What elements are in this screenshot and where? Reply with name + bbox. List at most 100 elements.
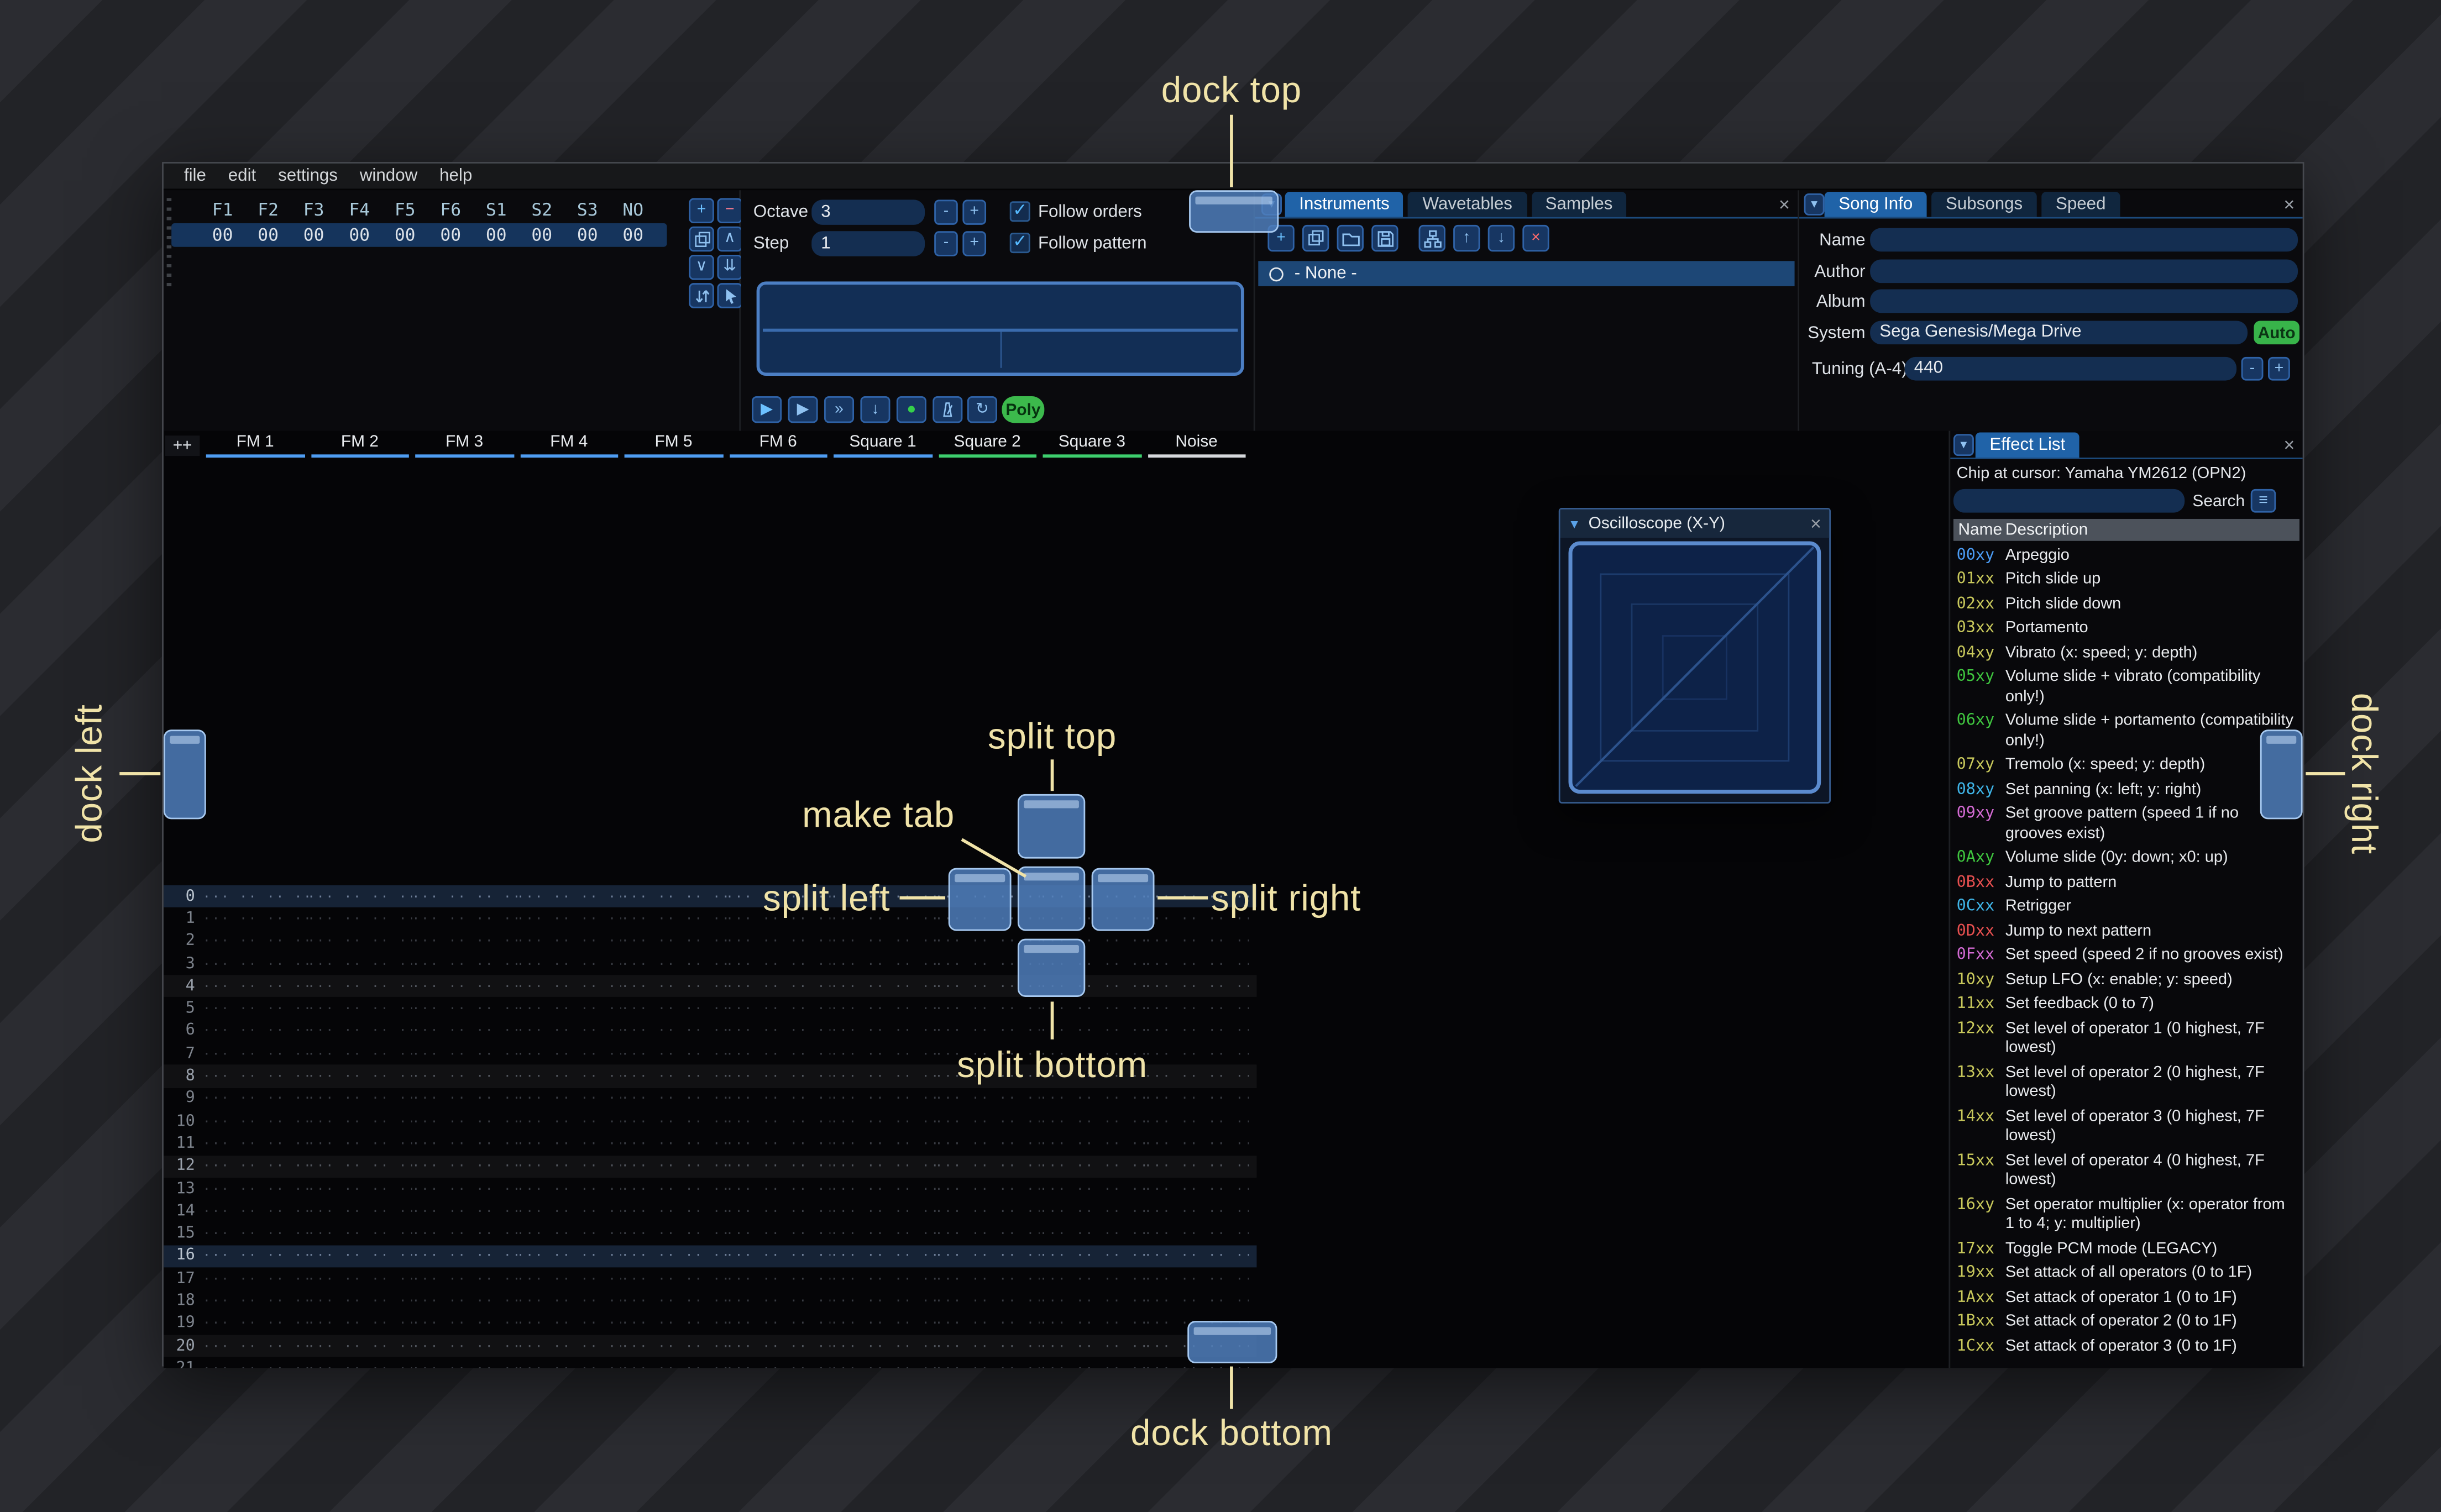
pattern-cell[interactable]: ··· ·· ·· ··· [412, 935, 516, 949]
pattern-cell[interactable]: ··· ·· ·· ··· [726, 935, 830, 949]
oscilloscope-close-icon[interactable]: × [1810, 513, 1821, 535]
pattern-cell[interactable]: ··· ·· ·· ··· [830, 1069, 935, 1084]
pattern-cell[interactable]: ··· ·· ·· ··· [1144, 1137, 1249, 1151]
pattern-cell[interactable]: ··· ·· ·· ··· [726, 1316, 830, 1331]
system-auto-button[interactable]: Auto [2254, 321, 2299, 345]
pattern-cell[interactable]: ··· ·· ·· ··· [1040, 1114, 1144, 1128]
pattern-cell[interactable]: ··· ·· ·· ··· [1144, 1182, 1249, 1196]
pattern-cell[interactable]: ··· ·· ·· ··· [726, 1137, 830, 1151]
pattern-cell[interactable]: ··· ·· ·· ··· [1040, 1092, 1144, 1106]
channel-header-fm-5[interactable]: FM 5 [621, 432, 726, 458]
pattern-cell[interactable]: ··· ·· ·· ··· [621, 1272, 726, 1286]
pattern-cell[interactable]: ··· ·· ·· ··· [517, 1204, 621, 1219]
pattern-cell[interactable]: ··· ·· ·· ··· [935, 1316, 1040, 1331]
piano-keyboard[interactable] [756, 281, 1244, 376]
pattern-cell[interactable]: ··· ·· ·· ··· [1040, 1316, 1144, 1331]
pattern-cell[interactable]: ··· ·· ·· ··· [412, 1204, 516, 1219]
pattern-cell[interactable]: ··· ·· ·· ··· [307, 1047, 412, 1061]
pattern-cell[interactable]: ··· ·· ·· ··· [621, 1092, 726, 1106]
octave-decrease-button[interactable]: - [934, 200, 958, 225]
pattern-cell[interactable]: ··· ·· ·· ··· [307, 1316, 412, 1331]
pattern-cell[interactable]: ··· ·· ·· ··· [203, 1294, 307, 1309]
pattern-cell[interactable]: ··· ·· ·· ··· [307, 912, 412, 926]
pattern-cell[interactable]: ··· ·· ·· ··· [307, 1249, 412, 1263]
pattern-cell[interactable]: ··· ·· ·· ··· [203, 1249, 307, 1263]
pattern-cell[interactable]: ··· ·· ·· ··· [203, 957, 307, 971]
tuning-input[interactable]: 440 [1904, 356, 2237, 381]
pattern-cell[interactable]: ··· ·· ·· ··· [621, 1159, 726, 1174]
pattern-cell[interactable]: ··· ·· ·· ··· [726, 1069, 830, 1084]
menu-item-edit[interactable]: edit [217, 167, 267, 186]
channel-header-fm-3[interactable]: FM 3 [412, 432, 516, 458]
order-move-down-button[interactable]: ∨ [689, 254, 714, 280]
pattern-row-6[interactable]: 6 ··· ·· ·· · ··· ·· ·· · · ·· ·· ·· · · ·· ·· ·… [164, 1020, 1257, 1043]
pattern-cell[interactable]: ··· ·· ·· ··· [517, 1362, 621, 1368]
pattern-cell[interactable]: ··· ·· ·· ··· [830, 1047, 935, 1061]
pattern-cell[interactable]: ··· ·· ·· ··· [935, 1204, 1040, 1219]
pattern-cell[interactable]: ··· ·· ·· ··· [412, 1316, 516, 1331]
step-input[interactable]: 1 [811, 231, 925, 256]
pattern-cell[interactable]: ··· ·· ·· ··· [203, 979, 307, 994]
songinfo-close-icon[interactable]: × [2283, 193, 2295, 216]
step-forward-button[interactable]: » [824, 396, 855, 423]
pattern-cell[interactable]: ··· ·· ·· ··· [307, 1339, 412, 1353]
order-cell-7[interactable]: 00 [519, 225, 565, 245]
effect-search-input[interactable] [1953, 489, 2185, 513]
pattern-cell[interactable]: ··· ·· ·· ··· [726, 1204, 830, 1219]
order-duplicate-button[interactable] [689, 226, 714, 252]
collapse-icon[interactable]: ▼ [1568, 517, 1581, 531]
pattern-cell[interactable]: ··· ·· ·· ··· [935, 1137, 1040, 1151]
instrument-move-down-button[interactable]: ↓ [1487, 224, 1515, 252]
pattern-cell[interactable]: ··· ·· ·· ··· [621, 1249, 726, 1263]
pattern-cell[interactable]: ··· ·· ·· ··· [412, 1092, 516, 1106]
step-increase-button[interactable]: + [962, 231, 987, 256]
pattern-cell[interactable]: ··· ·· ·· ··· [1040, 1159, 1144, 1174]
pattern-cell[interactable]: ··· ·· ·· ··· [307, 1137, 412, 1151]
pattern-cell[interactable]: ··· ·· ·· ··· [1144, 935, 1249, 949]
pattern-cell[interactable]: ··· ·· ·· ··· [517, 1002, 621, 1016]
instrument-delete-button[interactable]: × [1522, 224, 1549, 252]
order-add-button[interactable]: + [689, 198, 714, 224]
system-select[interactable]: Sega Genesis/Mega Drive [1870, 321, 2248, 345]
play-pattern-button[interactable]: ▶ [788, 396, 818, 423]
pattern-cell[interactable]: ··· ·· ·· ··· [307, 1159, 412, 1174]
pattern-row-14[interactable]: 14 ··· ·· ·· · ··· ·· ·· · · ·· ·· ·· · · ·· ··… [164, 1200, 1257, 1222]
pattern-cell[interactable]: ··· ·· ·· ··· [726, 1339, 830, 1353]
author-field[interactable] [1870, 259, 2298, 282]
pattern-cell[interactable]: ··· ·· ·· ··· [203, 1114, 307, 1128]
pattern-cell[interactable]: ··· ·· ·· ··· [621, 1114, 726, 1128]
menu-item-file[interactable]: file [173, 167, 217, 186]
pattern-cell[interactable]: ··· ·· ·· ··· [935, 1362, 1040, 1368]
play-button[interactable]: ▶ [752, 396, 782, 423]
pattern-cell[interactable]: ··· ·· ·· ··· [517, 1137, 621, 1151]
order-move-up-button[interactable]: ∧ [717, 226, 743, 252]
pattern-cell[interactable]: ··· ·· ·· ··· [1144, 1204, 1249, 1219]
pattern-cell[interactable]: ··· ·· ·· ··· [517, 889, 621, 904]
pattern-cell[interactable]: ··· ·· ·· ··· [412, 1294, 516, 1309]
follow-orders-checkbox[interactable]: ✓ [1009, 201, 1030, 222]
tab-subsongs[interactable]: Subsongs [1931, 192, 2037, 217]
pattern-cell[interactable]: ··· ·· ·· ··· [726, 1182, 830, 1196]
channel-header-square-2[interactable]: Square 2 [935, 432, 1040, 458]
pattern-cell[interactable]: ··· ·· ·· ··· [517, 912, 621, 926]
oscilloscope-titlebar[interactable]: ▼ Oscilloscope (X-Y) × [1560, 509, 1830, 538]
pattern-cell[interactable]: ··· ·· ·· ··· [621, 1362, 726, 1368]
pattern-cell[interactable]: ··· ·· ·· ··· [830, 957, 935, 971]
pattern-cell[interactable]: ··· ·· ·· ··· [412, 889, 516, 904]
pattern-cell[interactable]: ··· ·· ·· ··· [307, 1294, 412, 1309]
pattern-cell[interactable]: ··· ·· ·· ··· [830, 1002, 935, 1016]
pattern-cell[interactable]: ··· ·· ·· ··· [412, 1272, 516, 1286]
pattern-cell[interactable]: ··· ·· ·· ··· [307, 935, 412, 949]
follow-pattern-checkbox[interactable]: ✓ [1009, 233, 1030, 254]
pattern-cell[interactable]: ··· ·· ·· ··· [935, 1114, 1040, 1128]
pattern-cell[interactable]: ··· ·· ·· ··· [517, 957, 621, 971]
pattern-cell[interactable]: ··· ·· ·· ··· [517, 1272, 621, 1286]
order-cell-8[interactable]: 00 [564, 225, 610, 245]
pattern-row-15[interactable]: 15 ··· ·· ·· · ··· ·· ·· · · ·· ·· ·· · · ·· ··… [164, 1222, 1257, 1245]
pattern-cell[interactable]: ··· ·· ·· ··· [517, 1092, 621, 1106]
pattern-cell[interactable]: ··· ·· ·· ··· [1144, 1069, 1249, 1084]
pattern-cell[interactable]: ··· ·· ·· ··· [935, 1294, 1040, 1309]
pattern-cell[interactable]: ··· ·· ·· ··· [621, 1204, 726, 1219]
pattern-cell[interactable]: ··· ·· ·· ··· [830, 1227, 935, 1241]
pattern-cell[interactable]: ··· ·· ·· ··· [621, 1294, 726, 1309]
